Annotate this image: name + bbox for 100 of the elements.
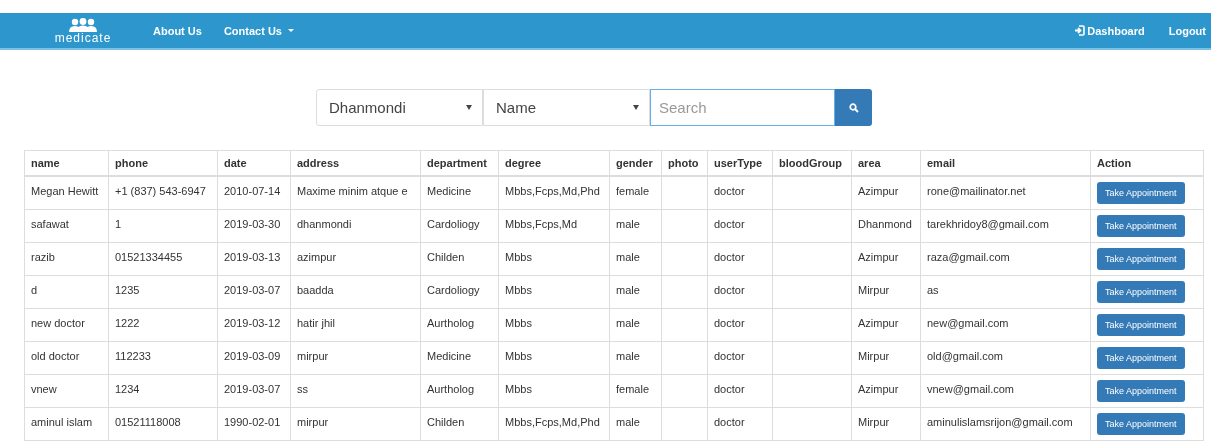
table-cell: Mirpur bbox=[851, 407, 921, 440]
table-cell: male bbox=[609, 341, 662, 374]
caret-icon bbox=[287, 29, 294, 32]
table-cell: Mbbs bbox=[498, 308, 610, 341]
column-header: bloodGroup bbox=[772, 150, 852, 176]
table-cell: new doctor bbox=[24, 308, 109, 341]
table-cell: Azimpur bbox=[851, 176, 921, 209]
table-cell: mirpur bbox=[290, 341, 421, 374]
table-cell: doctor bbox=[707, 341, 773, 374]
table-cell: male bbox=[609, 242, 662, 275]
area-select[interactable]: Dhanmondi bbox=[316, 89, 483, 126]
take-appointment-button[interactable]: Take Appointment bbox=[1097, 412, 1185, 435]
table-cell: ss bbox=[290, 374, 421, 407]
table-cell: 2019-03-13 bbox=[217, 242, 291, 275]
table-cell: 01521334455 bbox=[108, 242, 218, 275]
table-cell: 1990-02-01 bbox=[217, 407, 291, 440]
take-appointment-button[interactable]: Take Appointment bbox=[1097, 346, 1185, 369]
table-cell: Mbbs,Fcps,Md,Phd bbox=[498, 407, 610, 440]
search-icon bbox=[848, 102, 859, 113]
table-cell: male bbox=[609, 275, 662, 308]
table-cell: Maxime minim atque e bbox=[290, 176, 421, 209]
table-cell: Mbbs bbox=[498, 374, 610, 407]
table-cell: 2019-03-09 bbox=[217, 341, 291, 374]
column-header: address bbox=[290, 150, 421, 176]
table-cell: 1235 bbox=[108, 275, 218, 308]
nav-link[interactable]: Logout bbox=[1156, 13, 1211, 48]
table-cell: Azimpur bbox=[851, 242, 921, 275]
column-header: Action bbox=[1090, 150, 1204, 176]
table-cell: doctor bbox=[707, 209, 773, 242]
table-cell: Mbbs bbox=[498, 341, 610, 374]
table-cell: rone@mailinator.net bbox=[920, 176, 1091, 209]
table-cell: 1 bbox=[108, 209, 218, 242]
table-cell: azimpur bbox=[290, 242, 421, 275]
table-cell: male bbox=[609, 209, 662, 242]
table-cell: female bbox=[609, 374, 662, 407]
table-cell: doctor bbox=[707, 275, 773, 308]
table-cell: 01521118008 bbox=[108, 407, 218, 440]
table-cell: 1234 bbox=[108, 374, 218, 407]
table-cell: doctor bbox=[707, 407, 773, 440]
caret-icon bbox=[466, 105, 472, 110]
take-appointment-button[interactable]: Take Appointment bbox=[1097, 182, 1185, 204]
nav-link[interactable]: Dashboard bbox=[1062, 13, 1157, 48]
table-cell: Cardoliogy bbox=[420, 275, 499, 308]
table-cell: tarekhridoy8@gmail.com bbox=[920, 209, 1091, 242]
brand-logo[interactable]: medicate bbox=[24, 13, 142, 48]
table-cell: Medicine bbox=[420, 176, 499, 209]
table-cell: Mirpur bbox=[851, 275, 921, 308]
take-appointment-button[interactable]: Take Appointment bbox=[1097, 214, 1185, 237]
table-cell: male bbox=[609, 308, 662, 341]
table-cell: Mbbs bbox=[498, 242, 610, 275]
table-cell: Dhanmond bbox=[851, 209, 921, 242]
take-appointment-button[interactable]: Take Appointment bbox=[1097, 379, 1185, 402]
table-cell: Megan Hewitt bbox=[24, 176, 109, 209]
table-cell: baadda bbox=[290, 275, 421, 308]
table-cell: safawat bbox=[24, 209, 109, 242]
table-cell: Azimpur bbox=[851, 374, 921, 407]
table-cell: vnew bbox=[24, 374, 109, 407]
table-cell: doctor bbox=[707, 374, 773, 407]
table-cell: Azimpur bbox=[851, 308, 921, 341]
table-cell: 2019-03-07 bbox=[217, 374, 291, 407]
field-select[interactable]: Name bbox=[483, 89, 650, 126]
table-cell: doctor bbox=[707, 242, 773, 275]
table-cell: razib bbox=[24, 242, 109, 275]
table-cell: 2019-03-30 bbox=[217, 209, 291, 242]
login-icon bbox=[1074, 25, 1086, 36]
take-appointment-button[interactable]: Take Appointment bbox=[1097, 247, 1185, 270]
table-cell: mirpur bbox=[290, 407, 421, 440]
table-cell: doctor bbox=[707, 176, 773, 209]
brand-name: medicate bbox=[54, 31, 112, 44]
column-header: photo bbox=[661, 150, 708, 176]
column-header: area bbox=[851, 150, 921, 176]
take-appointment-button[interactable]: Take Appointment bbox=[1097, 280, 1185, 303]
search-button[interactable] bbox=[835, 89, 872, 126]
table-cell: +1 (837) 543-6947 bbox=[108, 176, 218, 209]
column-header: gender bbox=[609, 150, 662, 176]
take-appointment-button[interactable]: Take Appointment bbox=[1097, 313, 1185, 336]
table-cell: dhanmondi bbox=[290, 209, 421, 242]
column-header: email bbox=[920, 150, 1091, 176]
nav-link[interactable]: About Us bbox=[142, 13, 213, 48]
people-icon bbox=[68, 17, 98, 32]
table-cell: raza@gmail.com bbox=[920, 242, 1091, 275]
search-field[interactable]: Search bbox=[650, 89, 835, 126]
table-cell: new@gmail.com bbox=[920, 308, 1091, 341]
column-header: department bbox=[420, 150, 499, 176]
table-cell: old doctor bbox=[24, 341, 109, 374]
table-cell: vnew@gmail.com bbox=[920, 374, 1091, 407]
table-cell: Mbbs,Fcps,Md bbox=[498, 209, 610, 242]
table-cell: female bbox=[609, 176, 662, 209]
table-cell: Mbbs bbox=[498, 275, 610, 308]
table-cell: 1222 bbox=[108, 308, 218, 341]
table-cell: old@gmail.com bbox=[920, 341, 1091, 374]
nav-dropdown[interactable]: Contact Us bbox=[212, 13, 305, 48]
table-cell: Cardoliogy bbox=[420, 209, 499, 242]
table-cell: as bbox=[920, 275, 1091, 308]
table-cell: 2019-03-07 bbox=[217, 275, 291, 308]
table-cell: 2019-03-12 bbox=[217, 308, 291, 341]
column-header: name bbox=[24, 150, 109, 176]
column-header: date bbox=[217, 150, 291, 176]
column-header: degree bbox=[498, 150, 610, 176]
table-cell: Aurtholog bbox=[420, 374, 499, 407]
